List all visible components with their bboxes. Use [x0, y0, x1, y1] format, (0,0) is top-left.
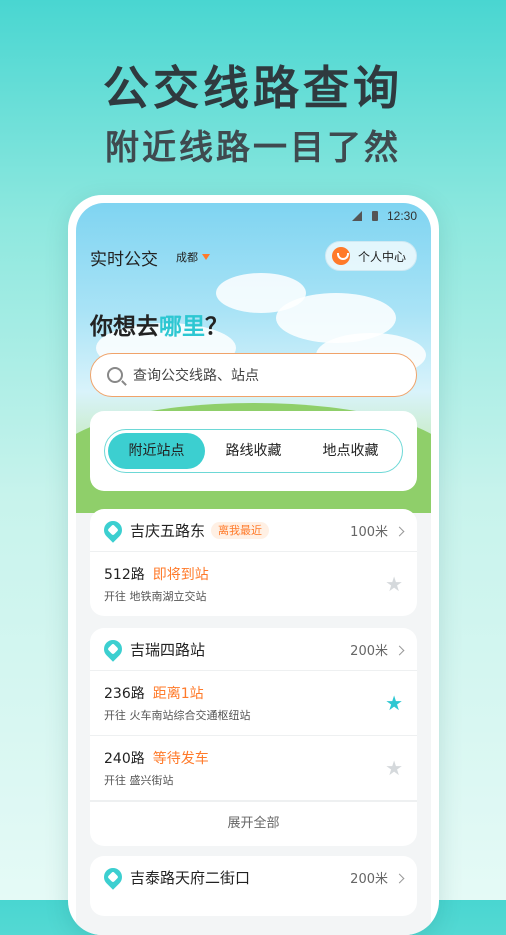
route-row[interactable]: 240路 等待发车 开往 盛兴街站 ★ — [90, 736, 417, 801]
chevron-right-icon — [394, 645, 405, 656]
route-number: 512路 即将到站 — [104, 567, 209, 583]
stop-header[interactable]: 吉瑞四路站 200米 — [90, 628, 417, 671]
tab-bar: 附近站点 路线收藏 地点收藏 — [104, 429, 403, 473]
question-highlight: 哪里 — [159, 314, 205, 340]
status-bar: 12:30 — [352, 209, 417, 223]
star-icon[interactable]: ★ — [385, 572, 403, 596]
promo-subtitle: 附近线路一目了然 — [105, 128, 401, 168]
star-filled-icon[interactable]: ★ — [385, 691, 403, 715]
user-avatar-icon — [331, 247, 350, 265]
stop-header[interactable]: 吉庆五路东 离我最近 100米 — [90, 509, 417, 552]
user-center-label: 个人中心 — [357, 249, 406, 264]
app-title: 实时公交 — [90, 250, 158, 270]
bus-stop-icon — [100, 864, 126, 890]
stop-card: 吉庆五路东 离我最近 100米 512路 即将到站 开往 地铁南湖立交站 ★ — [90, 509, 417, 616]
app-screen: 12:30 实时公交 成都 个人中心 你想去哪里？ 查询公交线路、站点 附近站点… — [76, 203, 431, 935]
chevron-right-icon — [394, 873, 405, 884]
chevron-right-icon — [394, 526, 405, 537]
signal-icon — [352, 211, 363, 221]
star-icon[interactable]: ★ — [385, 756, 403, 780]
route-row[interactable]: 512路 即将到站 开往 地铁南湖立交站 ★ — [90, 552, 417, 616]
battery-icon — [371, 211, 378, 221]
route-row[interactable]: 236路 距离1站 开往 火车南站综合交通枢纽站 ★ — [90, 671, 417, 736]
city-selector[interactable]: 成都 — [176, 249, 210, 265]
caret-down-icon — [202, 254, 210, 260]
search-input[interactable]: 查询公交线路、站点 — [90, 353, 417, 397]
route-number: 236路 距离1站 — [104, 686, 204, 702]
stop-distance: 200米 — [350, 868, 405, 887]
stop-name: 吉泰路天府二街口 — [130, 869, 251, 887]
stop-card: 吉泰路天府二街口 200米 — [90, 856, 417, 916]
tab-route-favorites[interactable]: 路线收藏 — [205, 433, 302, 469]
search-icon — [107, 367, 123, 383]
stop-distance: 100米 — [350, 521, 405, 540]
phone-frame: 12:30 实时公交 成都 个人中心 你想去哪里？ 查询公交线路、站点 附近站点… — [68, 195, 439, 935]
stop-distance: 200米 — [350, 640, 405, 659]
stop-name: 吉瑞四路站 — [130, 641, 206, 659]
route-status: 即将到站 — [152, 567, 209, 583]
tab-place-favorites[interactable]: 地点收藏 — [302, 433, 399, 469]
stop-header[interactable]: 吉泰路天府二街口 200米 — [90, 856, 417, 898]
route-number: 240路 等待发车 — [104, 751, 209, 767]
bus-stop-icon — [100, 517, 126, 543]
route-status: 等待发车 — [152, 751, 209, 767]
destination-question: 你想去哪里？ — [90, 307, 228, 341]
search-placeholder: 查询公交线路、站点 — [133, 368, 259, 384]
route-direction: 开往 盛兴街站 — [104, 774, 174, 787]
tab-nearby-stops[interactable]: 附近站点 — [108, 433, 205, 469]
question-suffix: ？ — [205, 314, 228, 340]
route-status: 距离1站 — [152, 686, 204, 702]
stop-card: 吉瑞四路站 200米 236路 距离1站 开往 火车南站综合交通枢纽站 ★ 240… — [90, 628, 417, 846]
nearest-badge: 离我最近 — [211, 522, 270, 539]
route-direction: 开往 地铁南湖立交站 — [104, 590, 207, 603]
city-label: 成都 — [176, 251, 198, 264]
bus-stop-icon — [100, 636, 126, 662]
promo-title: 公交线路查询 — [103, 61, 403, 115]
stop-name: 吉庆五路东 离我最近 — [130, 520, 270, 541]
expand-all-button[interactable]: 展开全部 — [90, 801, 417, 846]
status-time: 12:30 — [386, 209, 417, 223]
route-direction: 开往 火车南站综合交通枢纽站 — [104, 709, 251, 722]
question-prefix: 你想去 — [90, 314, 159, 340]
tabs-card: 附近站点 路线收藏 地点收藏 — [90, 411, 417, 491]
user-center-button[interactable]: 个人中心 — [324, 241, 417, 271]
